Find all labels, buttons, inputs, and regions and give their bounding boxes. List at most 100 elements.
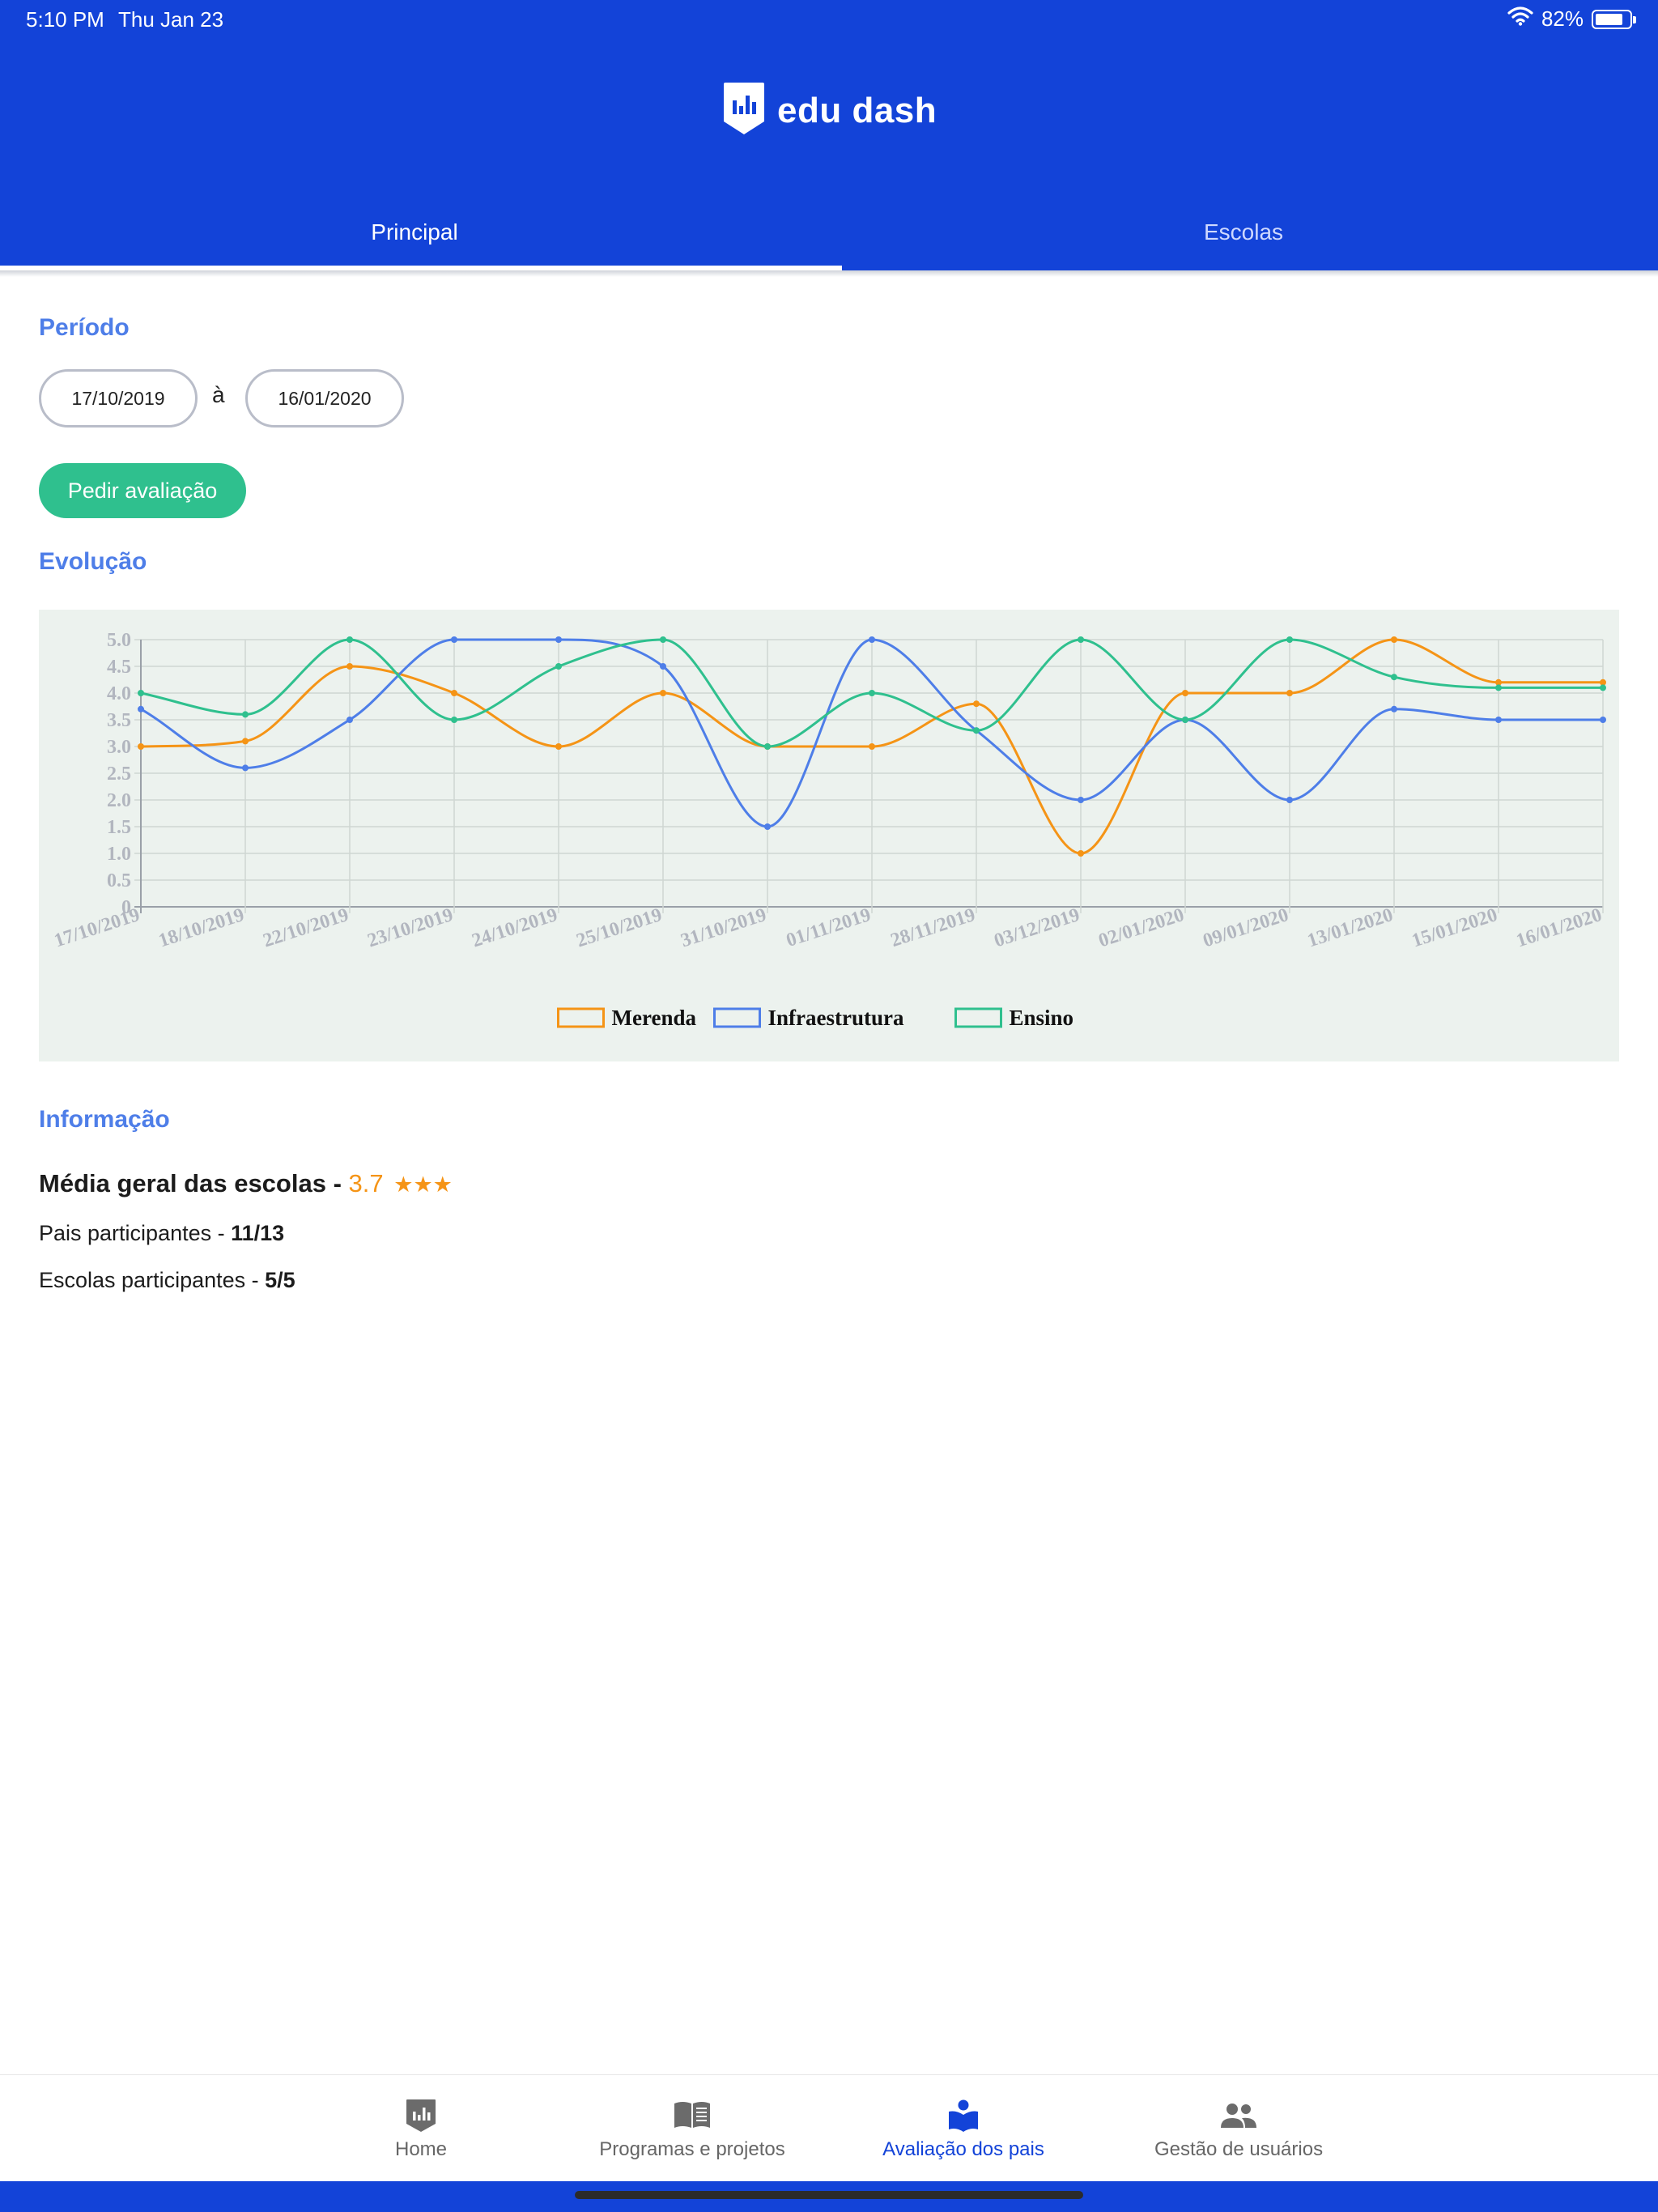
y-tick-label: 3.5 bbox=[107, 710, 131, 731]
data-point-merenda bbox=[1182, 690, 1188, 696]
reader-icon bbox=[946, 2098, 980, 2133]
x-tick-label: 23/10/2019 bbox=[365, 904, 456, 952]
y-tick-label: 1.5 bbox=[107, 817, 131, 838]
data-point-ensino bbox=[1391, 674, 1397, 681]
x-tick-label: 09/01/2020 bbox=[1201, 904, 1291, 952]
data-point-merenda bbox=[138, 743, 144, 750]
evolution-title: Evolução bbox=[39, 548, 147, 575]
data-point-infraestrutura bbox=[869, 636, 875, 643]
average-label: Média geral das escolas - bbox=[39, 1169, 342, 1197]
data-point-infraestrutura bbox=[1286, 797, 1293, 803]
tab-bar: Principal Escolas bbox=[0, 194, 1658, 270]
schools-value: 5/5 bbox=[265, 1268, 295, 1292]
wifi-icon bbox=[1507, 6, 1533, 32]
y-tick-label: 5.0 bbox=[107, 630, 131, 651]
nav-parent-evaluation-label: Avaliação dos pais bbox=[882, 2138, 1044, 2160]
nav-home[interactable]: Home bbox=[356, 2075, 486, 2182]
status-time: 5:10 PM bbox=[26, 7, 104, 32]
data-point-infraestrutura bbox=[1495, 717, 1502, 723]
bottom-navigation: Home Programas e projetos Avaliação dos … bbox=[0, 2074, 1658, 2181]
data-point-infraestrutura bbox=[1078, 797, 1084, 803]
date-separator: à bbox=[212, 382, 225, 407]
status-date: Thu Jan 23 bbox=[118, 7, 224, 32]
battery-icon bbox=[1592, 9, 1636, 29]
data-point-ensino bbox=[1495, 684, 1502, 691]
x-tick-label: 01/11/2019 bbox=[784, 904, 874, 951]
end-date-field[interactable]: 16/01/2020 bbox=[245, 369, 404, 428]
x-tick-label: 03/12/2019 bbox=[992, 904, 1082, 952]
y-tick-label: 2.0 bbox=[107, 790, 131, 811]
chart-canvas: 00.51.01.52.02.53.03.54.04.55.017/10/201… bbox=[52, 630, 1606, 1030]
data-point-merenda bbox=[451, 690, 457, 696]
app-logo: edu dash bbox=[722, 81, 937, 140]
data-point-ensino bbox=[1286, 636, 1293, 643]
y-tick-label: 4.0 bbox=[107, 683, 131, 704]
x-tick-label: 18/10/2019 bbox=[156, 904, 247, 952]
home-indicator-area bbox=[0, 2181, 1658, 2212]
data-point-ensino bbox=[973, 727, 980, 734]
data-point-ensino bbox=[346, 636, 353, 643]
x-tick-label: 16/01/2020 bbox=[1514, 904, 1605, 952]
schools-label: Escolas participantes - bbox=[39, 1268, 259, 1292]
nav-user-management[interactable]: Gestão de usuários bbox=[1141, 2075, 1336, 2182]
data-point-ensino bbox=[1078, 636, 1084, 643]
legend-label-infraestrutura: Infraestrutura bbox=[768, 1006, 904, 1030]
parents-line: Pais participantes - 11/13 bbox=[39, 1221, 284, 1246]
y-tick-label: 4.5 bbox=[107, 657, 131, 678]
data-point-infraestrutura bbox=[1391, 705, 1397, 713]
x-tick-label: 22/10/2019 bbox=[261, 904, 351, 952]
battery-fill bbox=[1596, 13, 1622, 25]
nav-programs[interactable]: Programas e projetos bbox=[583, 2075, 801, 2182]
x-tick-label: 02/01/2020 bbox=[1096, 904, 1187, 952]
data-point-merenda bbox=[660, 690, 666, 696]
legend-swatch-infraestrutura bbox=[713, 1007, 761, 1028]
average-line: Média geral das escolas - 3.7 ★★★ bbox=[39, 1169, 453, 1198]
data-point-merenda bbox=[555, 743, 562, 750]
header-shadow bbox=[0, 270, 1658, 277]
legend-swatch-ensino bbox=[954, 1007, 1002, 1028]
legend-swatch-merenda bbox=[557, 1007, 605, 1028]
home-chart-icon bbox=[405, 2098, 437, 2133]
request-evaluation-button[interactable]: Pedir avaliação bbox=[39, 463, 246, 518]
legend-label-merenda: Merenda bbox=[612, 1006, 697, 1030]
x-tick-label: 25/10/2019 bbox=[574, 904, 665, 952]
battery-percent: 82% bbox=[1541, 6, 1584, 31]
x-tick-label: 17/10/2019 bbox=[52, 904, 142, 952]
data-point-merenda bbox=[1078, 850, 1084, 857]
data-point-ensino bbox=[138, 690, 144, 696]
data-point-infraestrutura bbox=[451, 636, 457, 643]
start-date-field[interactable]: 17/10/2019 bbox=[39, 369, 198, 428]
data-point-ensino bbox=[1600, 684, 1606, 691]
data-point-ensino bbox=[764, 743, 771, 750]
x-tick-label: 31/10/2019 bbox=[678, 904, 769, 952]
data-point-ensino bbox=[660, 636, 666, 643]
data-point-ensino bbox=[555, 663, 562, 670]
y-tick-label: 0.5 bbox=[107, 870, 131, 891]
data-point-infraestrutura bbox=[764, 823, 771, 830]
data-point-infraestrutura bbox=[1600, 717, 1606, 723]
users-icon bbox=[1219, 2098, 1258, 2133]
data-point-infraestrutura bbox=[660, 663, 666, 670]
status-bar: 5:10 PM Thu Jan 23 82% bbox=[0, 0, 1658, 40]
average-value: 3.7 bbox=[348, 1169, 384, 1197]
data-point-infraestrutura bbox=[555, 636, 562, 643]
data-point-merenda bbox=[1286, 690, 1293, 696]
data-point-merenda bbox=[869, 743, 875, 750]
data-point-merenda bbox=[346, 663, 353, 670]
average-stars: ★★★ bbox=[393, 1172, 453, 1197]
data-point-infraestrutura bbox=[138, 705, 144, 713]
tab-principal[interactable]: Principal bbox=[0, 194, 829, 270]
app-header: 5:10 PM Thu Jan 23 82% edu dash Principa… bbox=[0, 0, 1658, 270]
nav-user-management-label: Gestão de usuários bbox=[1154, 2138, 1324, 2160]
nav-parent-evaluation[interactable]: Avaliação dos pais bbox=[866, 2075, 1061, 2182]
status-right: 82% bbox=[1507, 6, 1636, 32]
data-point-merenda bbox=[242, 738, 249, 745]
nav-home-label: Home bbox=[394, 2138, 448, 2160]
tab-escolas[interactable]: Escolas bbox=[829, 194, 1658, 270]
data-point-ensino bbox=[242, 711, 249, 718]
evolution-chart: 0 0.5 1.0 1.5 2.0 2.5 3.0 3.5 4.0 4.5 5.0 17/10/201… bbox=[39, 610, 1619, 1061]
legend-label-ensino: Ensino bbox=[1010, 1006, 1074, 1030]
parents-label: Pais participantes - bbox=[39, 1221, 225, 1245]
x-tick-label: 15/01/2020 bbox=[1409, 904, 1500, 952]
schools-line: Escolas participantes - 5/5 bbox=[39, 1268, 295, 1293]
